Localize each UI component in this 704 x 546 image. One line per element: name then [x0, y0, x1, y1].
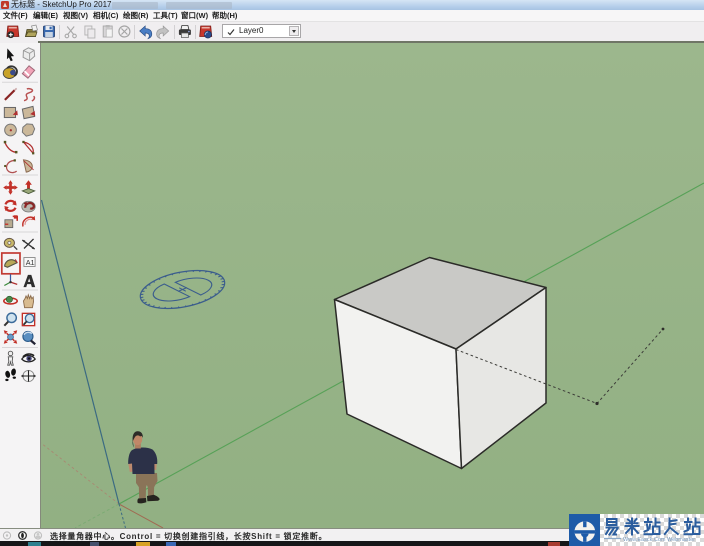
svg-text:A1: A1 [26, 258, 35, 267]
svg-text:Www.Easck.Com Webmaster: Www.Easck.Com Webmaster [623, 537, 695, 543]
